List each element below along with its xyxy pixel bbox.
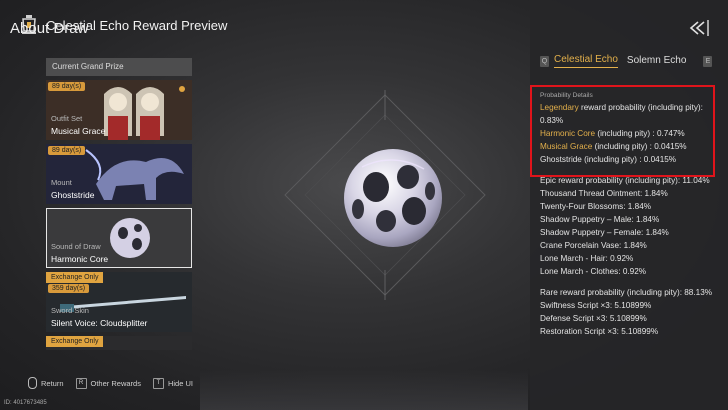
return-hint[interactable]: Return [28, 377, 64, 389]
reward-name: Musical Grace [51, 126, 106, 136]
epic-item: Shadow Puppetry – Female: 1.84% [540, 228, 669, 237]
hide-ui-label: Hide UI [167, 378, 193, 388]
reward-card-partial[interactable]: Exchange Only [46, 336, 192, 350]
tab-celestial-echo[interactable]: Celestial Echo [554, 54, 618, 68]
duration-badge: 89 day(s) [48, 146, 86, 155]
epic-item: Thousand Thread Ointment: 1.84% [540, 189, 668, 198]
epic-item: Lone March - Hair: 0.92% [540, 254, 634, 263]
rare-item: Restoration Script ×3: 5.10899% [540, 327, 659, 336]
ground-shadow [200, 370, 528, 410]
epic-item: Lone March - Clothes: 0.92% [540, 267, 647, 276]
reward-type: Sound of Draw [51, 242, 101, 251]
duration-badge: 89 day(s) [48, 82, 86, 91]
tab-solemn-echo[interactable]: Solemn Echo [627, 55, 686, 68]
reward-name: Ghoststride [51, 190, 95, 200]
highlight-box [530, 85, 715, 177]
grand-prize-label: Current Grand Prize [46, 58, 192, 76]
key-e-icon: E [703, 55, 713, 67]
exchange-only-badge: Exchange Only [46, 336, 104, 347]
other-rewards-label: Other Rewards [90, 378, 141, 388]
epic-item: Crane Porcelain Vase: 1.84% [540, 241, 647, 250]
key-r-icon: R [75, 377, 87, 389]
key-q-icon: Q [540, 55, 549, 67]
return-label: Return [41, 378, 64, 388]
reward-card-harmonic-core[interactable]: Sound of Draw Harmonic Core [46, 208, 192, 268]
exchange-only-badge: Exchange Only [46, 272, 104, 283]
epic-item: Shadow Puppetry – Male: 1.84% [540, 215, 660, 224]
harmonic-core-orb[interactable] [342, 147, 444, 249]
hide-ui-hint[interactable]: T Hide UI [152, 377, 193, 389]
reward-card-musical-grace[interactable]: 89 day(s) Outfit Set Musical Grace [46, 80, 192, 140]
epic-item: Twenty-Four Blossoms: 1.84% [540, 202, 652, 211]
control-hints: Return R Other Rewards T Hide UI [28, 377, 193, 389]
reward-name: Silent Voice: Cloudsplitter [51, 318, 148, 328]
key-t-icon: T [152, 377, 164, 389]
mouse-icon [28, 377, 37, 389]
reward-type: Outfit Set [51, 114, 83, 123]
rare-item: Defense Script ×3: 5.10899% [540, 314, 647, 323]
duration-badge: 359 day(s) [48, 284, 90, 293]
reward-name: Harmonic Core [51, 254, 109, 264]
rare-item: Swiftness Script ×3: 5.10899% [540, 301, 652, 310]
user-id: ID: 4017673485 [4, 400, 47, 406]
collapse-arrow-icon[interactable] [688, 20, 710, 36]
other-rewards-hint[interactable]: R Other Rewards [75, 377, 141, 389]
reward-type: Sword Skin [51, 306, 89, 315]
rare-header: Rare reward probability (including pity)… [540, 288, 713, 297]
draw-tabs: Q Celestial Echo Solemn Echo E [540, 54, 713, 68]
reward-list[interactable]: Current Grand Prize 89 day(s) Outfit Set… [46, 58, 192, 352]
panel-title: About Draw [10, 20, 89, 37]
reward-card-silent-voice[interactable]: Exchange Only 359 day(s) Sword Skin Sile… [46, 272, 192, 332]
reward-card-ghoststride[interactable]: 89 day(s) Mount Ghoststride [46, 144, 192, 204]
reward-type: Mount [51, 178, 72, 187]
